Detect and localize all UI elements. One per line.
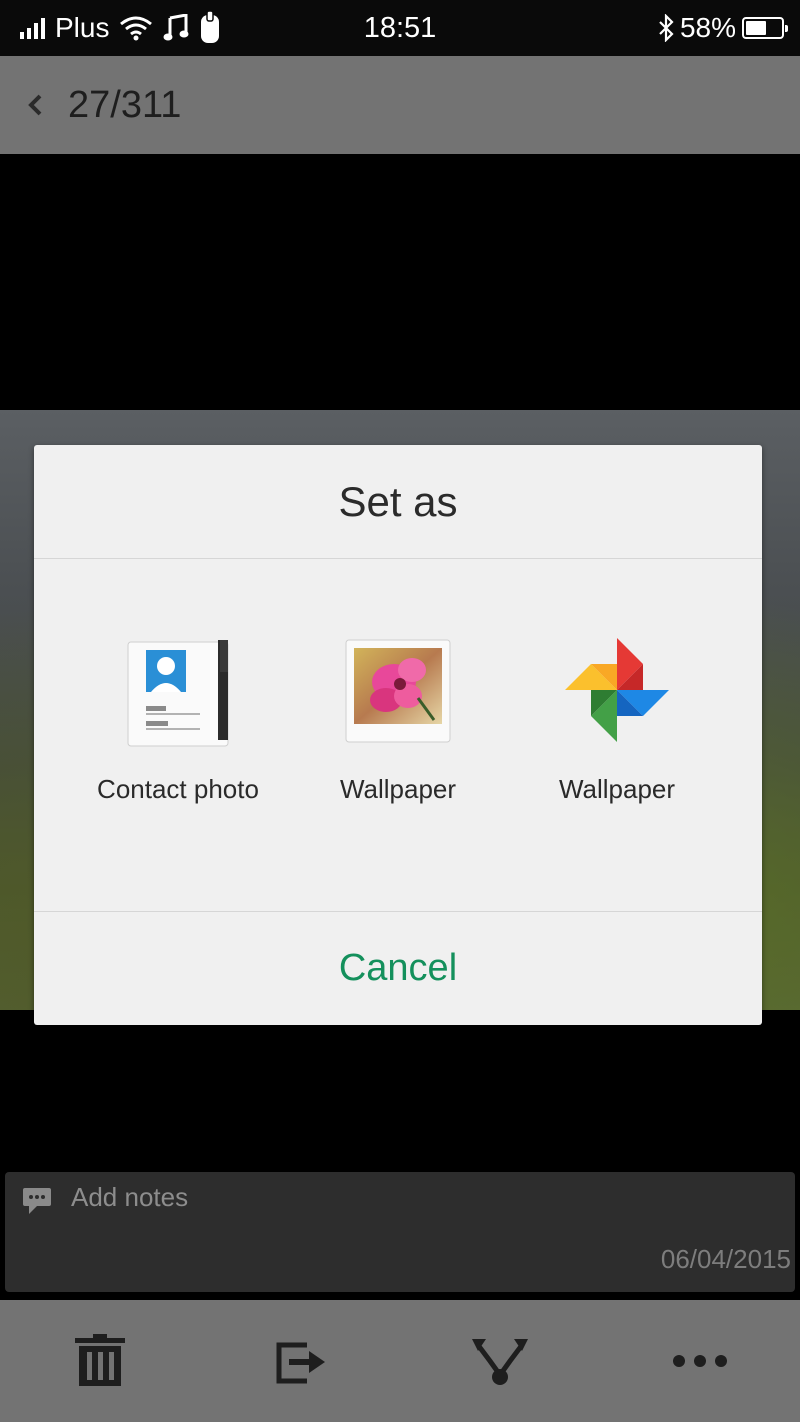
bluetooth-icon	[659, 14, 674, 42]
dialog-title: Set as	[34, 445, 762, 559]
more-icon	[673, 1355, 727, 1367]
note-comment-icon	[23, 1188, 51, 1214]
option-label-contact-photo: Contact photo	[97, 774, 259, 804]
set-as-icon	[472, 1339, 528, 1385]
more-button[interactable]	[600, 1300, 800, 1422]
back-button[interactable]	[0, 56, 70, 154]
delete-button[interactable]	[0, 1300, 200, 1422]
photo-date: 06/04/2015	[660, 1244, 791, 1274]
set-as-dialog: Set as Contact photo Wallpaper Wallpaper…	[34, 445, 762, 1025]
export-button[interactable]	[200, 1300, 400, 1422]
option-label-wallpaper-1: Wallpaper	[339, 774, 457, 804]
battery-icon	[742, 17, 788, 39]
contacts-icon	[118, 630, 238, 750]
set-as-options: Contact photo Wallpaper Wallpaper	[34, 560, 762, 910]
status-bar: Plus 18:51 58%	[0, 0, 800, 56]
status-right: 58%	[658, 8, 788, 48]
trash-icon	[75, 1334, 125, 1386]
photo-counter: 27/311	[68, 83, 182, 126]
bottom-toolbar	[0, 1300, 800, 1422]
chevron-left-icon	[28, 94, 42, 116]
google-photos-icon	[557, 630, 677, 750]
share-export-icon	[276, 1342, 325, 1384]
option-wallpaper-photos[interactable]: Wallpaper	[487, 630, 747, 850]
option-label-wallpaper-2: Wallpaper	[558, 774, 676, 804]
battery-percent: 58%	[679, 12, 736, 43]
notes-panel[interactable]: Add notes 06/04/2015	[5, 1172, 795, 1292]
battery-fill	[746, 21, 766, 35]
set-as-button[interactable]	[400, 1300, 600, 1422]
cancel-button[interactable]: Cancel	[339, 947, 457, 990]
title-bar: 27/311	[0, 56, 800, 154]
dialog-footer: Cancel	[34, 911, 762, 1025]
add-notes-input[interactable]: Add notes	[71, 1182, 188, 1213]
gallery-wallpaper-icon	[338, 630, 458, 750]
